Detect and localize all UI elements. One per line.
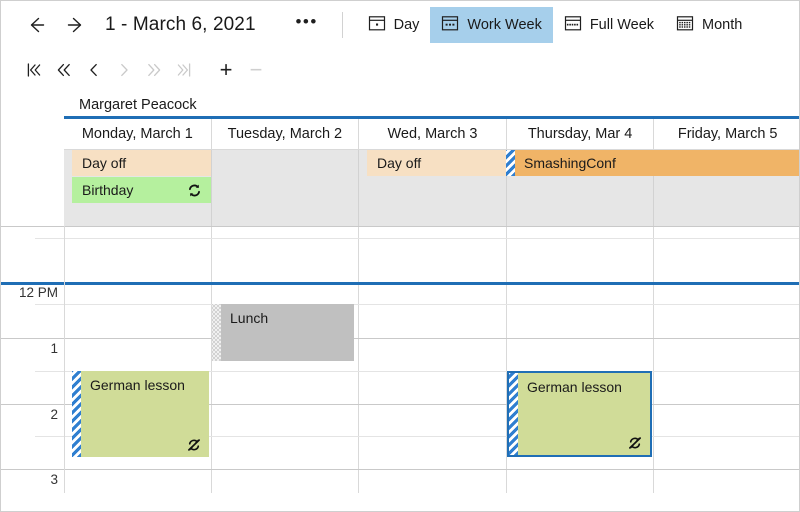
event-title: German lesson [90,377,185,393]
grid-line [1,469,799,470]
day-header-friday[interactable]: Friday, March 5 [654,119,799,149]
all-day-event-day-off-monday[interactable]: Day off [72,150,211,176]
event-lunch[interactable]: Lunch [212,304,354,361]
view-button-month[interactable]: Month [665,7,753,43]
add-resource-button[interactable]: + [211,55,241,85]
calendar-scheduler-app: 1 - March 6, 2021 ••• Day Work Week Full… [0,0,800,512]
view-mode-group: Day Work Week Full Week Month [357,7,754,43]
pager-first-button[interactable] [19,55,49,85]
pager-prev-page-button[interactable] [49,55,79,85]
calendar-work-week-icon [441,14,459,36]
arrow-left-icon[interactable] [19,8,53,42]
busy-status-stripe-icon [506,150,515,176]
resource-name: Margaret Peacock [79,97,197,113]
time-column-friday[interactable] [654,226,799,493]
day-header-wednesday[interactable]: Wed, March 3 [359,119,507,149]
view-button-work-week[interactable]: Work Week [430,7,553,43]
time-column-wednesday[interactable] [359,226,507,493]
grid-line [1,338,799,339]
toolbar-divider [341,12,343,38]
view-button-month-label: Month [702,17,743,33]
recurrence-exception-icon [187,438,201,452]
view-button-full-week-label: Full Week [589,17,655,33]
arrow-right-icon[interactable] [59,8,93,42]
calendar-full-week-icon [564,14,582,36]
recurrence-exception-icon [628,436,642,450]
busy-status-stripe-icon [72,371,81,457]
grid-line [35,238,799,239]
all-day-event-birthday-monday[interactable]: Birthday [72,177,211,203]
date-range-title: 1 - March 6, 2021 [105,14,256,35]
all-day-cell-tuesday[interactable] [212,150,360,226]
time-label-1pm: 1 [50,341,58,356]
day-header-monday[interactable]: Monday, March 1 [64,119,212,149]
grid-line [35,304,799,305]
day-header-row: Monday, March 1 Tuesday, March 2 Wed, Ma… [64,119,799,150]
pager-last-button[interactable] [169,55,199,85]
time-label-12pm: 12 PM [18,285,58,300]
time-label-2pm: 2 [50,407,58,422]
event-german-lesson-thursday[interactable]: German lesson [507,371,652,457]
view-button-work-week-label: Work Week [467,17,542,33]
day-header-tuesday[interactable]: Tuesday, March 2 [211,119,360,149]
pager-next-page-button[interactable] [139,55,169,85]
time-grid: 12 PM 1 2 3 Lunch German lesson German l… [1,226,799,493]
calendar-grid: Monday, March 1 Tuesday, March 2 Wed, Ma… [1,119,799,493]
event-title: Lunch [230,310,269,326]
view-button-day[interactable]: Day [357,7,431,43]
view-button-full-week[interactable]: Full Week [553,7,665,43]
free-status-stripe-icon [212,304,221,361]
view-button-day-label: Day [393,17,420,33]
all-day-event-title: Day off [82,155,127,171]
event-german-lesson-monday[interactable]: German lesson [72,371,209,457]
pager-toolbar: + − [1,49,799,91]
time-marker-line [1,282,799,285]
more-options-button[interactable]: ••• [290,6,324,44]
main-toolbar: 1 - March 6, 2021 ••• Day Work Week Full… [1,1,799,49]
recurrence-icon [187,183,202,198]
all-day-event-title: Birthday [82,182,134,198]
busy-status-stripe-icon [509,373,518,455]
resource-header: Margaret Peacock [1,91,799,119]
all-day-event-smashingconf[interactable]: SmashingConf [506,150,799,176]
all-day-event-title: SmashingConf [524,155,616,171]
all-day-event-day-off-wednesday[interactable]: Day off [367,150,506,176]
time-label-3pm: 3 [50,472,58,487]
calendar-month-icon [676,14,694,36]
time-gutter-divider [64,226,65,493]
event-title: German lesson [527,379,622,395]
all-day-event-title: Day off [377,155,422,171]
grid-line [1,226,799,227]
pager-prev-button[interactable] [79,55,109,85]
remove-resource-button[interactable]: − [241,55,271,85]
day-header-thursday[interactable]: Thursday, Mar 4 [506,119,655,149]
pager-next-button[interactable] [109,55,139,85]
calendar-day-icon [368,14,386,36]
